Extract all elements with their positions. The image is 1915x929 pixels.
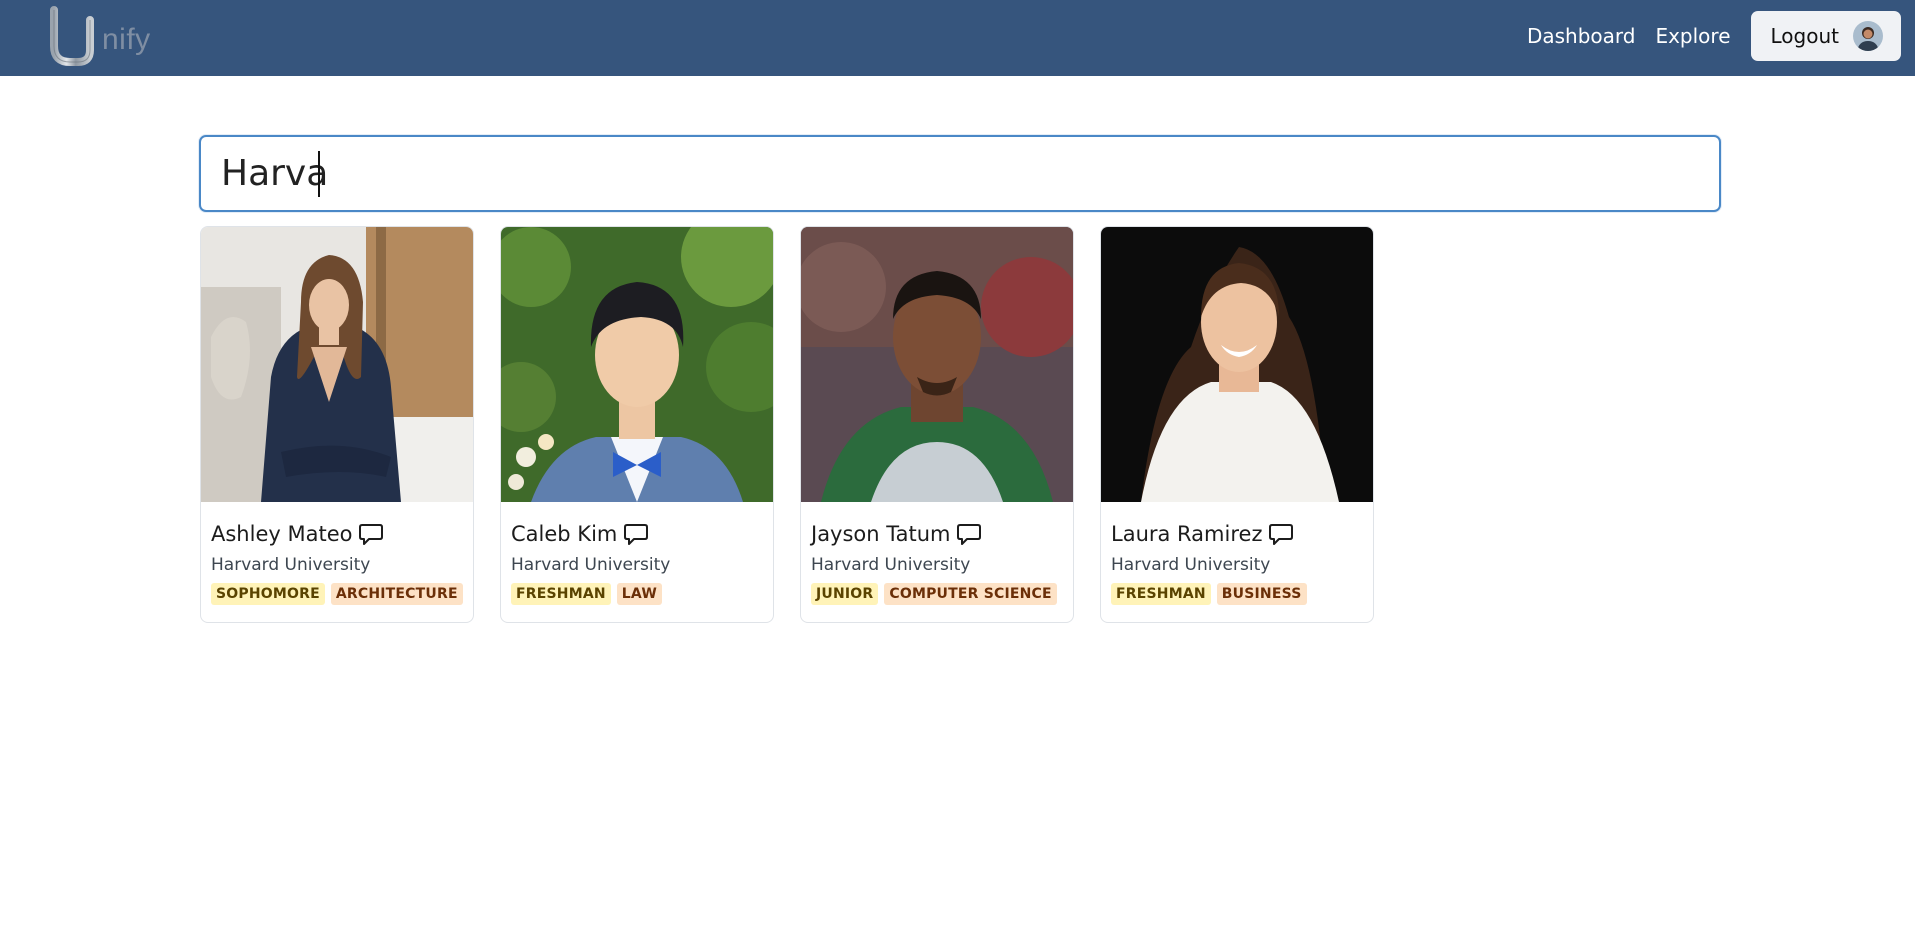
profile-photo[interactable] — [801, 227, 1073, 502]
u-logo-icon — [50, 6, 94, 66]
navbar: nify Dashboard Explore Logout — [0, 0, 1915, 76]
brand-text: nify — [102, 23, 151, 56]
search-input[interactable] — [221, 137, 1701, 210]
profile-card[interactable]: Laura Ramirez Harvard University FRESHMA… — [1100, 226, 1374, 623]
profile-school: Harvard University — [511, 555, 671, 575]
profile-card[interactable]: Ashley Mateo Harvard University SOPHOMOR… — [200, 226, 474, 623]
year-badge: FRESHMAN — [1111, 583, 1211, 605]
profile-name: Laura Ramirez — [1111, 522, 1263, 546]
profile-badges: FRESHMAN LAW — [511, 583, 763, 605]
profile-photo[interactable] — [1101, 227, 1373, 502]
profile-school: Harvard University — [1111, 555, 1271, 575]
nav-dashboard-link[interactable]: Dashboard — [1527, 24, 1636, 48]
logout-label: Logout — [1770, 24, 1839, 48]
profile-photo[interactable] — [501, 227, 773, 502]
profile-photo[interactable] — [201, 227, 473, 502]
profile-badges: JUNIOR COMPUTER SCIENCE — [811, 583, 1063, 605]
year-badge: FRESHMAN — [511, 583, 611, 605]
major-badge: ARCHITECTURE — [330, 583, 463, 605]
profile-badges: SOPHOMORE ARCHITECTURE — [211, 583, 463, 605]
logout-button[interactable]: Logout — [1750, 11, 1901, 61]
chat-icon[interactable] — [358, 521, 384, 547]
text-caret — [318, 151, 320, 197]
chat-icon[interactable] — [623, 521, 649, 547]
chat-icon[interactable] — [1268, 521, 1294, 547]
profile-card[interactable]: Caleb Kim Harvard University FRESHMAN LA… — [500, 226, 774, 623]
profile-name: Jayson Tatum — [811, 522, 951, 546]
profile-results: Ashley Mateo Harvard University SOPHOMOR… — [200, 226, 1400, 623]
year-badge: SOPHOMORE — [211, 583, 325, 605]
chat-icon[interactable] — [956, 521, 982, 547]
profile-badges: FRESHMAN BUSINESS — [1111, 583, 1363, 605]
profile-name: Ashley Mateo — [211, 522, 353, 546]
user-avatar[interactable] — [1853, 21, 1883, 51]
major-badge: BUSINESS — [1216, 583, 1307, 605]
profile-school: Harvard University — [211, 555, 371, 575]
nav-right: Dashboard Explore Logout — [1527, 11, 1901, 61]
profile-card[interactable]: Jayson Tatum Harvard University JUNIOR C… — [800, 226, 1074, 623]
nav-explore-link[interactable]: Explore — [1655, 24, 1730, 48]
major-badge: LAW — [616, 583, 662, 605]
profile-name: Caleb Kim — [511, 522, 618, 546]
year-badge: JUNIOR — [811, 583, 879, 605]
profile-school: Harvard University — [811, 555, 971, 575]
major-badge: COMPUTER SCIENCE — [884, 583, 1057, 605]
brand-logo[interactable]: nify — [48, 5, 151, 69]
search-box[interactable] — [199, 135, 1721, 212]
